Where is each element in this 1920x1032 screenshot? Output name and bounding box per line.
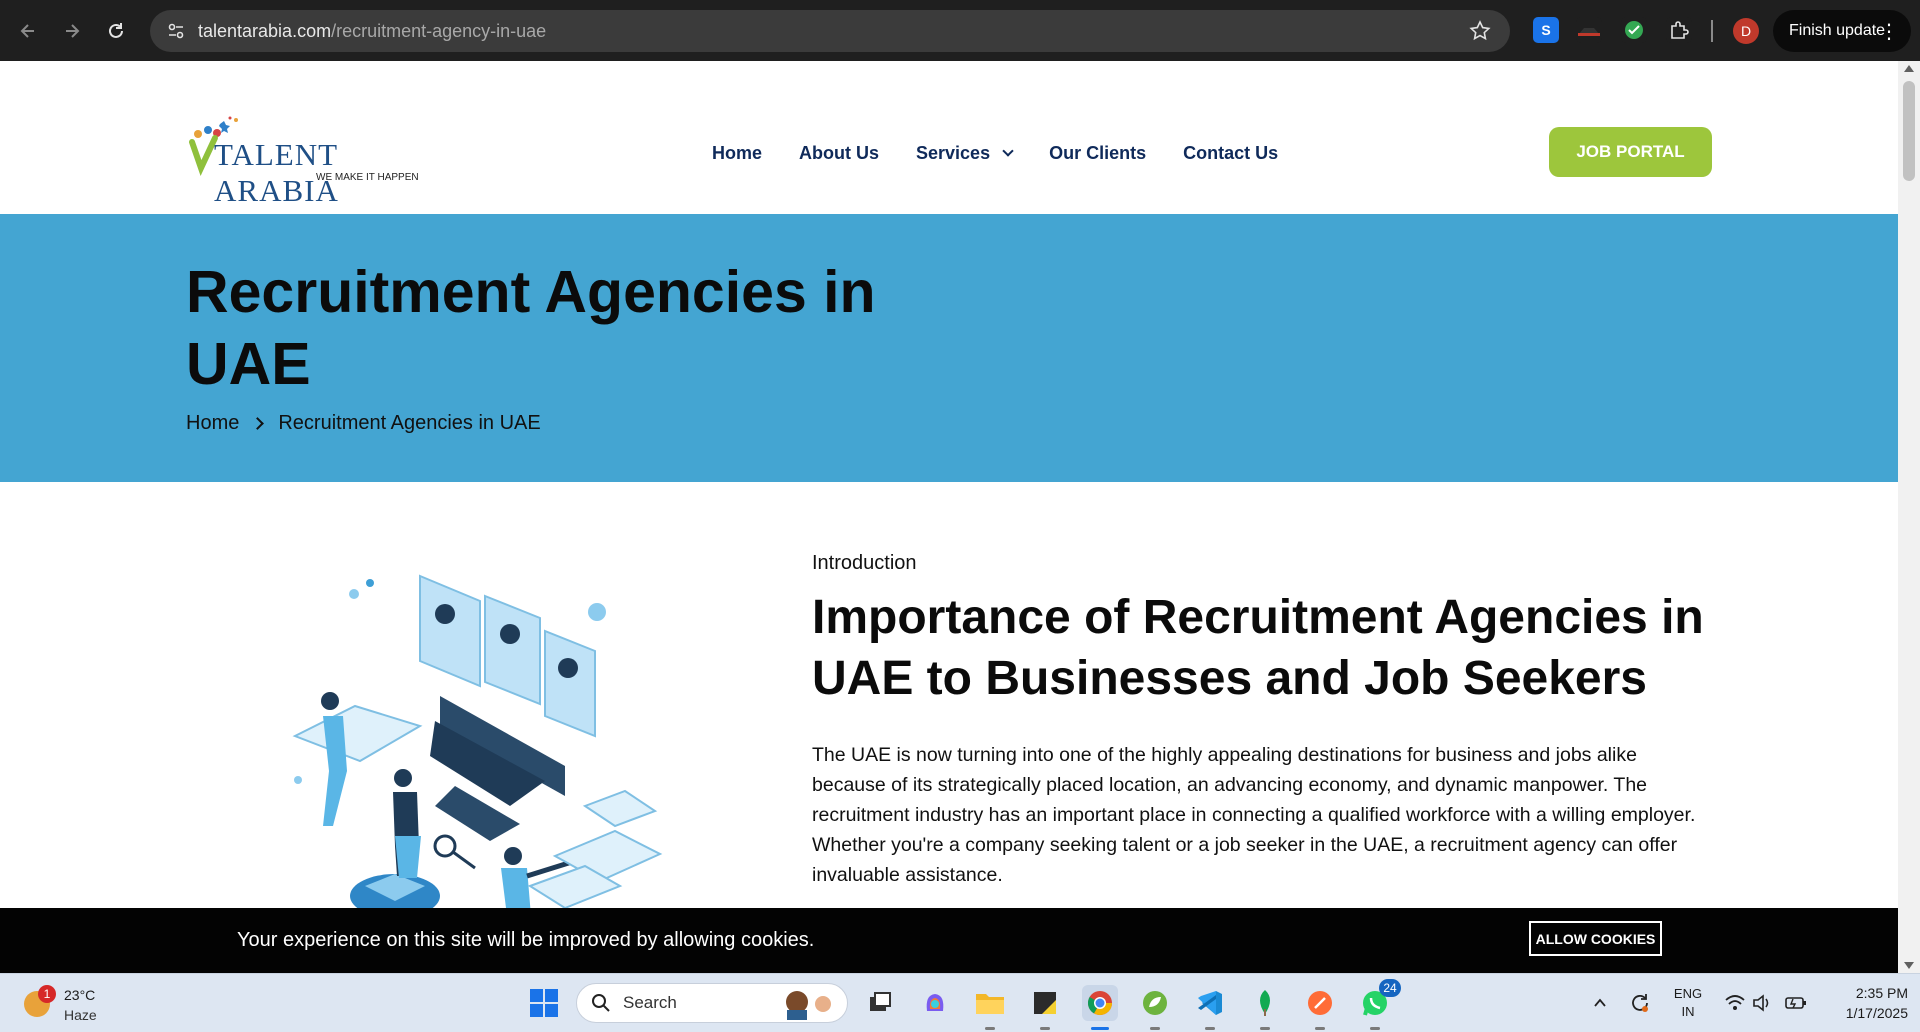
logo-tagline: WE MAKE IT HAPPEN [316,172,419,183]
scroll-up-icon[interactable] [1904,65,1914,72]
volume-icon[interactable] [1745,985,1781,1021]
url-text[interactable]: talentarabia.com/recruitment-agency-in-u… [198,21,546,42]
allow-cookies-button[interactable]: ALLOW COOKIES [1529,921,1662,956]
finish-update-label: Finish update [1789,22,1886,39]
chrome-taskbar-icon[interactable] [1082,985,1118,1030]
scrollbar-thumb[interactable] [1903,81,1915,181]
job-portal-button[interactable]: JOB PORTAL [1549,127,1712,177]
clock-time: 2:35 PM [1855,985,1908,1001]
site-header: TALENT ARABIA WE MAKE IT HAPPEN Home Abo… [0,61,1898,214]
profile-avatar[interactable]: D [1733,18,1759,44]
task-view-icon[interactable] [862,985,898,1021]
section-eyebrow: Introduction [812,552,917,574]
browser-toolbar: talentarabia.com/recruitment-agency-in-u… [0,0,1920,61]
weather-temperature: 23°C [64,987,96,1003]
taskbar-search[interactable]: Search [576,983,848,1023]
scroll-down-icon[interactable] [1904,962,1914,969]
windows-taskbar: 1 23°C Haze Search 24 ENG IN 2:35 PM 1/1… [0,973,1920,1032]
weather-widget[interactable]: 1 23°C Haze [22,983,132,1027]
back-icon[interactable] [12,15,44,47]
running-indicator [985,1027,995,1030]
nav-about-us[interactable]: About Us [799,143,879,164]
file-explorer-icon[interactable] [972,985,1008,1030]
extension-s-icon[interactable]: S [1533,17,1559,43]
address-bar[interactable]: talentarabia.com/recruitment-agency-in-u… [150,10,1510,52]
breadcrumb: Home Recruitment Agencies in UAE [186,412,541,435]
chevron-right-icon [251,417,265,430]
site-logo[interactable]: TALENT ARABIA WE MAKE IT HAPPEN [186,116,426,208]
page-viewport: TALENT ARABIA WE MAKE IT HAPPEN Home Abo… [0,61,1898,973]
whatsapp-badge: 24 [1379,979,1401,997]
more-menu-icon[interactable]: ⋮ [1879,19,1899,44]
running-indicator [1315,1027,1325,1030]
sticky-notes-icon[interactable] [1027,985,1063,1030]
copilot-icon[interactable] [917,985,953,1021]
search-label: Search [623,993,677,1012]
toolbar-separator [1711,20,1713,42]
reload-icon[interactable] [100,15,132,47]
forward-icon[interactable] [56,15,88,47]
postman-icon[interactable] [1302,985,1338,1030]
chevron-down-icon [1002,145,1014,157]
cookie-message: Your experience on this site will be imp… [237,929,815,951]
weather-condition: Haze [64,1007,97,1023]
vscode-icon[interactable] [1192,985,1228,1030]
page-scrollbar[interactable] [1898,61,1920,973]
clock-date: 1/17/2025 [1845,1005,1908,1021]
main-navigation: Home About Us Services Our Clients Conta… [712,143,1315,164]
nav-services-label: Services [916,143,991,163]
breadcrumb-current: Recruitment Agencies in UAE [278,412,541,434]
extension-check-icon[interactable] [1621,17,1647,43]
hero-banner: Recruitment Agencies in UAE Home Recruit… [0,214,1898,482]
input-language[interactable]: ENG IN [1663,985,1713,1021]
running-indicator [1260,1027,1270,1030]
cookie-banner: Your experience on this site will be imp… [0,908,1898,973]
weather-badge: 1 [38,985,56,1003]
extension-car-icon[interactable] [1576,17,1602,43]
page-title: Recruitment Agencies in UAE [186,259,876,397]
bookmark-star-icon[interactable] [1468,19,1492,43]
url-path: /recruitment-agency-in-uae [331,20,547,41]
battery-icon[interactable] [1778,985,1814,1021]
show-hidden-icons-chevron-up-icon[interactable] [1582,985,1618,1021]
running-indicator [1205,1027,1215,1030]
windows-start-icon[interactable] [526,985,562,1021]
system-clock[interactable]: 2:35 PM 1/17/2025 [1812,983,1908,1023]
active-indicator [1091,1027,1109,1030]
search-icon [592,994,610,1012]
sync-icon[interactable] [1622,985,1658,1021]
section-paragraph: The UAE is now turning into one of the h… [812,744,1696,886]
language-code: ENG [1673,986,1703,1001]
nav-contact-us[interactable]: Contact Us [1183,143,1278,164]
nav-our-clients[interactable]: Our Clients [1049,143,1146,164]
extensions-puzzle-icon[interactable] [1666,17,1692,43]
site-info-icon[interactable] [162,17,190,45]
search-highlight-icon [786,991,831,1020]
finish-update-button[interactable]: Finish update ⋮ [1773,10,1911,52]
breadcrumb-home[interactable]: Home [186,412,239,435]
whatsapp-icon[interactable]: 24 [1357,979,1401,1030]
running-indicator [1370,1027,1380,1030]
running-indicator [1150,1027,1160,1030]
section-title: Importance of Recruitment Agencies in UA… [812,591,1704,705]
running-indicator [1040,1027,1050,1030]
spring-tools-icon[interactable] [1137,985,1173,1030]
mongodb-compass-icon[interactable] [1247,985,1283,1030]
nav-services[interactable]: Services [916,143,1014,164]
nav-home[interactable]: Home [712,143,762,164]
language-region: IN [1681,1004,1695,1019]
url-host: talentarabia.com [198,20,332,41]
